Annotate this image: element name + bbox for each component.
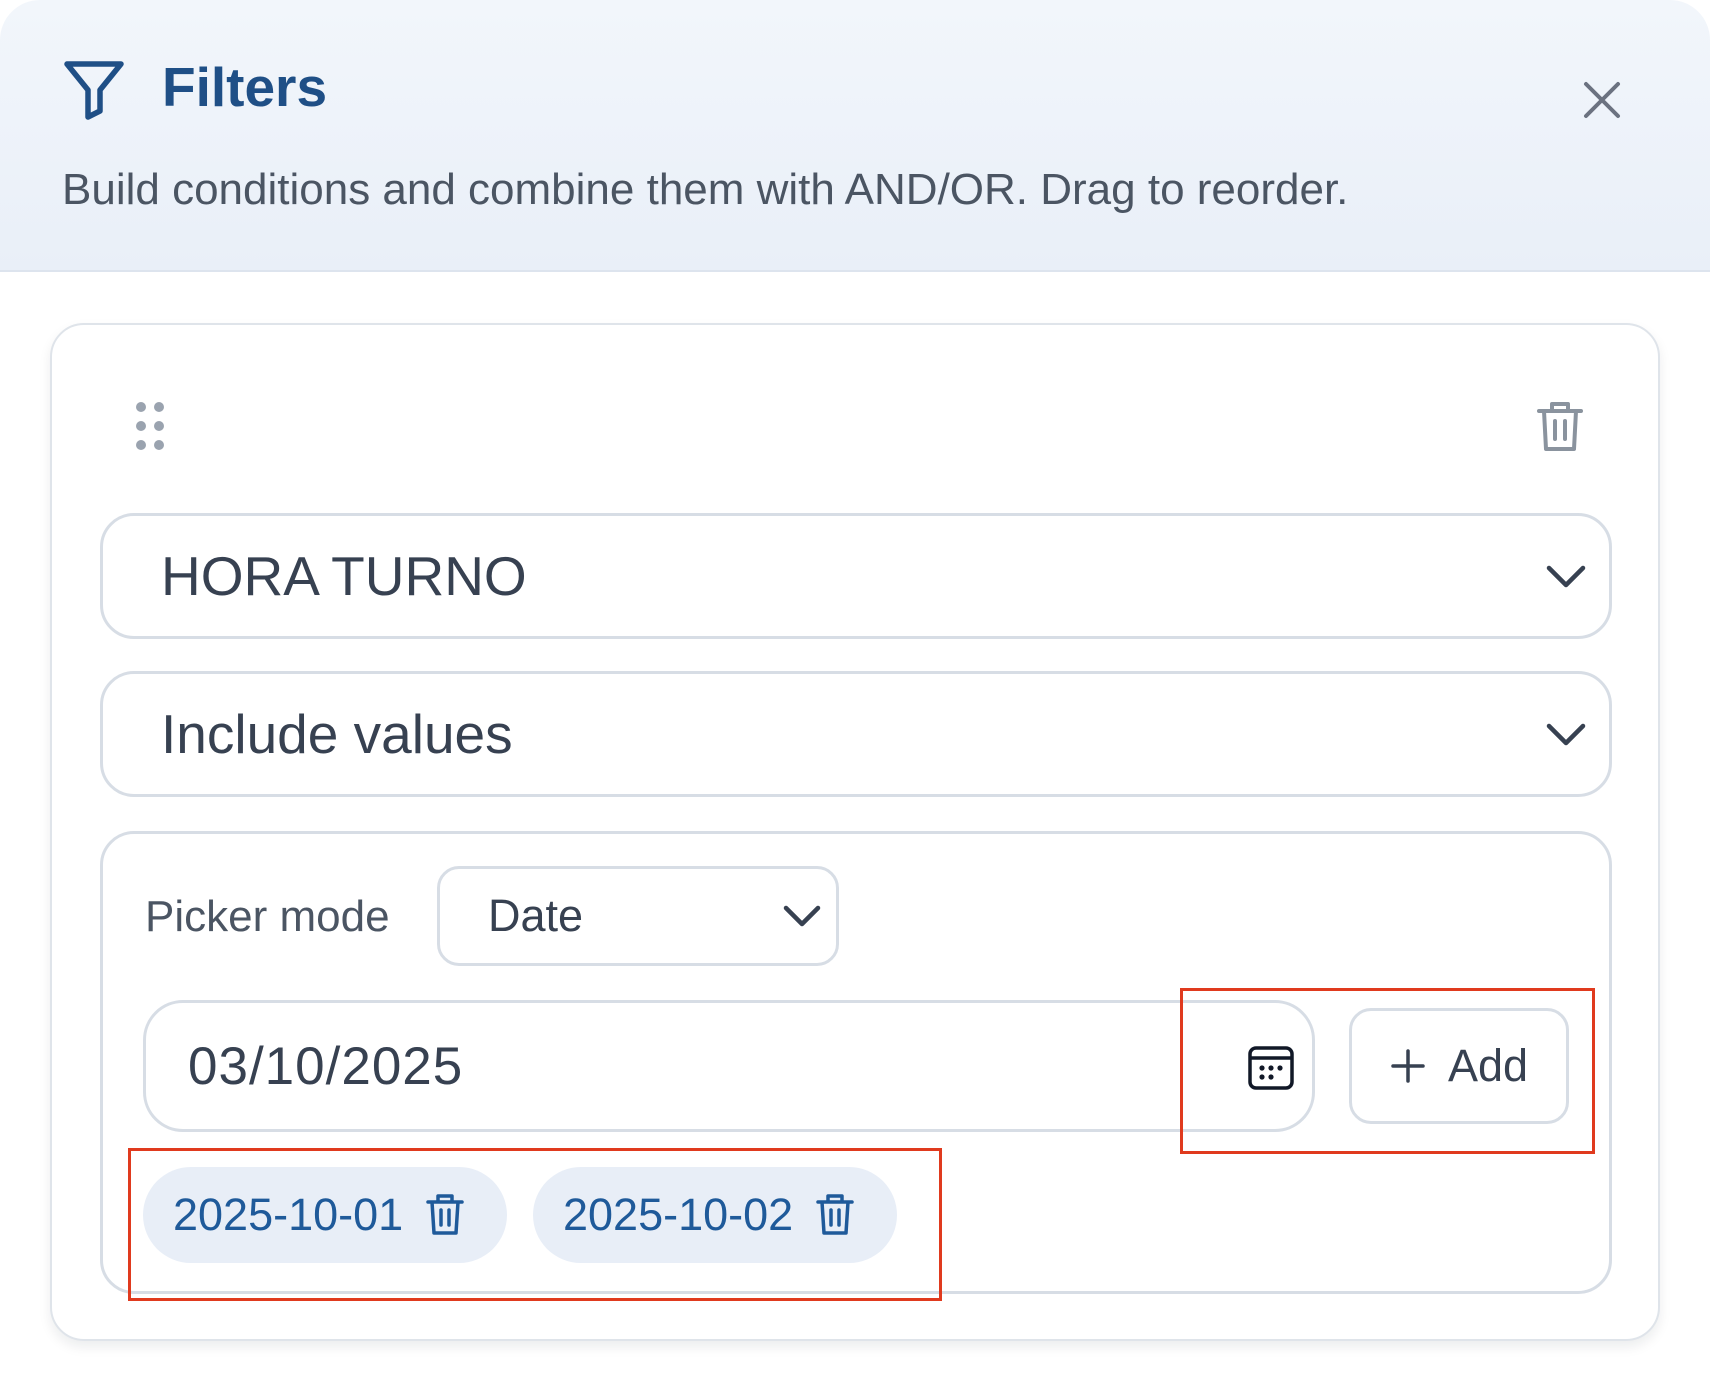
chip-label: 2025-10-01 — [173, 1189, 404, 1240]
add-value-button[interactable]: Add — [1349, 1008, 1569, 1124]
panel-header: Filters Build conditions and combine the… — [0, 0, 1710, 272]
remove-chip-button[interactable] — [425, 1193, 465, 1237]
field-select[interactable]: HORA TURNO — [100, 513, 1612, 639]
operator-select-value: Include values — [161, 703, 513, 765]
close-icon — [1584, 82, 1620, 118]
trash-icon — [1537, 402, 1583, 451]
plus-icon — [1391, 1049, 1425, 1083]
value-chip: 2025-10-01 — [143, 1167, 507, 1263]
drag-handle-icon[interactable] — [134, 400, 166, 452]
remove-chip-button[interactable] — [815, 1193, 855, 1237]
picker-mode-label: Picker mode — [145, 892, 390, 941]
chevron-down-icon — [783, 905, 821, 927]
delete-condition-button[interactable] — [1530, 395, 1590, 459]
trash-icon — [816, 1194, 854, 1235]
field-select-value: HORA TURNO — [161, 545, 527, 607]
filters-panel: Filters Build conditions and combine the… — [0, 0, 1710, 1400]
picker-mode-select[interactable]: Date — [437, 866, 839, 966]
values-editor: Picker mode Date 03/10/2025 Add 2025-10-… — [100, 831, 1612, 1294]
condition-card: HORA TURNO Include values Picker mode Da… — [50, 323, 1660, 1341]
panel-title: Filters — [162, 56, 328, 118]
value-chip: 2025-10-02 — [533, 1167, 897, 1263]
date-field — [143, 1000, 1315, 1132]
chip-label: 2025-10-02 — [563, 1189, 794, 1240]
chevron-down-icon — [1546, 723, 1586, 746]
date-input[interactable] — [188, 1017, 1148, 1115]
funnel-icon — [64, 61, 124, 120]
trash-icon — [426, 1194, 464, 1235]
add-button-label: Add — [1447, 1040, 1529, 1091]
close-button[interactable] — [1572, 70, 1632, 130]
panel-subtitle: Build conditions and combine them with A… — [62, 165, 1349, 214]
calendar-icon[interactable] — [1246, 1043, 1296, 1093]
picker-mode-value: Date — [488, 890, 584, 941]
operator-select[interactable]: Include values — [100, 671, 1612, 797]
chevron-down-icon — [1546, 565, 1586, 588]
